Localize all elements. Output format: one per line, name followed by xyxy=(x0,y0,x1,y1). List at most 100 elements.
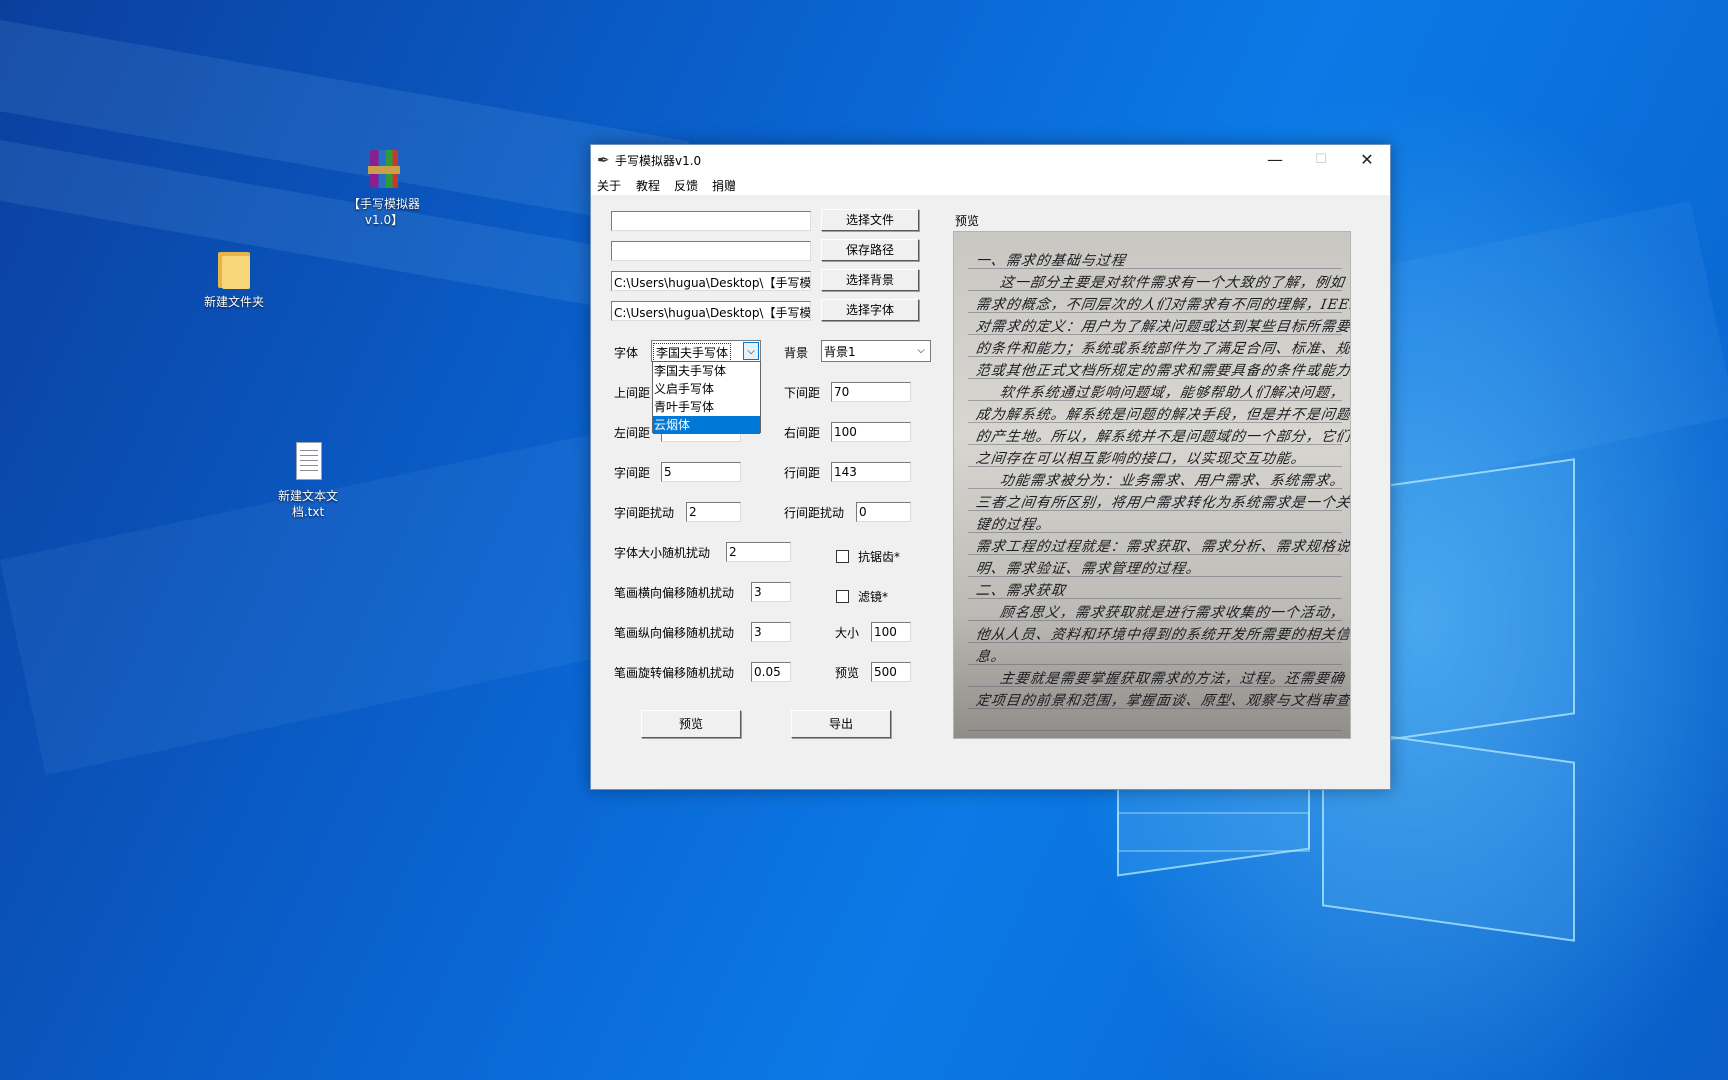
ruled-line xyxy=(968,730,1342,731)
handwriting-line: 这一部分主要是对软件需求有一个大致的了解，例如 xyxy=(998,275,1346,291)
line-spacing-label: 行间距 xyxy=(784,466,821,480)
feather-icon: ✒ xyxy=(597,151,610,169)
chevron-down-icon[interactable]: ⌵ xyxy=(743,342,759,360)
handwriting-line: 顾名思义，需求获取就是进行需求收集的一个活动， xyxy=(998,605,1346,621)
handwriting-line: 成为解系统。解系统是问题的解决手段，但是并不是问题 xyxy=(974,407,1351,423)
select-font-button[interactable]: 选择字体 xyxy=(821,299,919,321)
left-margin-label: 左间距 xyxy=(614,426,651,440)
handwriting-line: 的条件和能力；系统或系统部件为了满足合同、标准、规 xyxy=(974,341,1351,357)
save-path-button[interactable]: 保存路径 xyxy=(821,239,919,261)
char-spacing-label: 字间距 xyxy=(614,466,651,480)
winrar-archive-icon xyxy=(364,148,404,192)
font-size-jitter-input[interactable]: 2 xyxy=(726,542,791,562)
antialias-checkbox[interactable] xyxy=(836,550,849,563)
handwriting-line: 软件系统通过影响问题域，能够帮助人们解决问题， xyxy=(998,385,1346,401)
handwriting-line: 之间存在可以相互影响的接口，以实现交互功能。 xyxy=(974,451,1307,467)
export-button[interactable]: 导出 xyxy=(791,710,891,738)
antialias-label: 抗锯齿* xyxy=(858,550,901,564)
desktop-icon-archive[interactable]: 【手写模拟器v1.0】 xyxy=(342,148,426,228)
handwriting-line: 他从人员、资料和环境中得到的系统开发所需要的相关信 xyxy=(974,627,1351,643)
size-input[interactable]: 100 xyxy=(871,622,911,642)
maximize-button[interactable]: ☐ xyxy=(1298,145,1344,175)
text-file-path-input[interactable] xyxy=(611,211,811,231)
title-bar[interactable]: ✒ 手写模拟器v1.0 — ☐ ✕ xyxy=(591,145,1390,175)
filter-label: 滤镜* xyxy=(858,590,889,604)
preview-size-label: 预览 xyxy=(835,666,860,680)
menu-donate[interactable]: 捐赠 xyxy=(712,177,736,194)
font-option[interactable]: 义启手写体 xyxy=(653,380,760,398)
select-background-button[interactable]: 选择背景 xyxy=(821,269,919,291)
handwriting-line: 息。 xyxy=(974,649,1007,665)
font-size-jitter-label: 字体大小随机扰动 xyxy=(614,546,711,560)
char-spacing-input[interactable]: 5 xyxy=(661,462,741,482)
font-option[interactable]: 李国夫手写体 xyxy=(653,362,760,380)
preview-label: 预览 xyxy=(955,214,980,228)
line-spacing-jitter-label: 行间距扰动 xyxy=(784,506,845,520)
save-path-input[interactable] xyxy=(611,241,811,261)
handwriting-line: 对需求的定义：用户为了解决问题或达到某些目标所需要 xyxy=(974,319,1351,335)
font-select-value: 李国夫手写体 xyxy=(653,343,732,362)
menu-bar: 关于 教程 反馈 捐赠 xyxy=(591,175,1390,195)
char-spacing-jitter-label: 字间距扰动 xyxy=(614,506,675,520)
top-margin-label: 上间距 xyxy=(614,386,651,400)
handwriting-line: 需求的概念，不同层次的人们对需求有不同的理解，IEEE xyxy=(974,297,1351,313)
window-title: 手写模拟器v1.0 xyxy=(615,154,702,168)
desktop-icon-folder[interactable]: 新建文件夹 xyxy=(192,246,276,310)
handwriting-line: 主要就是需要掌握获取需求的方法，过程。还需要确 xyxy=(998,671,1346,687)
preview-panel: 一、需求的基础与过程这一部分主要是对软件需求有一个大致的了解，例如需求的概念，不… xyxy=(953,231,1351,739)
handwriting-line: 明、需求验证、需求管理的过程。 xyxy=(974,561,1202,577)
line-spacing-input[interactable]: 143 xyxy=(831,462,911,482)
background-label: 背景 xyxy=(784,346,809,360)
menu-about[interactable]: 关于 xyxy=(597,177,621,194)
desktop-icon-label: 【手写模拟器v1.0】 xyxy=(347,197,420,227)
stroke-h-jitter-input[interactable]: 3 xyxy=(751,582,791,602)
filter-checkbox[interactable] xyxy=(836,590,849,603)
select-file-button[interactable]: 选择文件 xyxy=(821,209,919,231)
handwriting-line: 的产生地。所以，解系统并不是问题域的一个部分，它们 xyxy=(974,429,1351,445)
handwriting-line: 需求工程的过程就是：需求获取、需求分析、需求规格说 xyxy=(974,539,1351,555)
background-select[interactable]: 背景1 ⌵ xyxy=(821,340,931,362)
menu-feedback[interactable]: 反馈 xyxy=(674,177,698,194)
stroke-v-jitter-label: 笔画纵向偏移随机扰动 xyxy=(614,626,735,640)
line-spacing-jitter-input[interactable]: 0 xyxy=(856,502,911,522)
handwriting-line: 键的过程。 xyxy=(974,517,1052,533)
ruled-line xyxy=(968,664,1342,665)
font-dropdown-list: 李国夫手写体 义启手写体 青叶手写体 云烟体 xyxy=(652,361,761,434)
right-margin-label: 右间距 xyxy=(784,426,821,440)
desktop-icon-textfile[interactable]: 新建文本文档.txt xyxy=(266,440,350,520)
minimize-button[interactable]: — xyxy=(1252,145,1298,175)
bottom-margin-label: 下间距 xyxy=(784,386,821,400)
font-option-highlighted[interactable]: 云烟体 xyxy=(653,416,760,434)
font-select[interactable]: 李国夫手写体 ⌵ xyxy=(651,340,761,362)
stroke-h-jitter-label: 笔画横向偏移随机扰动 xyxy=(614,586,735,600)
font-path-input[interactable]: C:\Users\hugua\Desktop\【手写模 xyxy=(611,301,811,321)
desktop-icon-label: 新建文件夹 xyxy=(203,295,264,309)
handwriting-line: 功能需求被分为：业务需求、用户需求、系统需求。 xyxy=(998,473,1346,489)
background-path-input[interactable]: C:\Users\hugua\Desktop\【手写模 xyxy=(611,271,811,291)
desktop-icon-label: 新建文本文档.txt xyxy=(277,489,338,519)
handwriting-line: 一、需求的基础与过程 xyxy=(974,253,1127,269)
stroke-rot-jitter-label: 笔画旋转偏移随机扰动 xyxy=(614,666,735,680)
bottom-margin-input[interactable]: 70 xyxy=(831,382,911,402)
stroke-v-jitter-input[interactable]: 3 xyxy=(751,622,791,642)
folder-icon xyxy=(214,246,254,290)
chevron-down-icon[interactable]: ⌵ xyxy=(913,342,929,360)
close-button[interactable]: ✕ xyxy=(1344,145,1390,175)
handwriting-line: 范或其他正式文档所规定的需求和需要具备的条件或能力。 xyxy=(974,363,1351,379)
preview-handwritten-page: 一、需求的基础与过程这一部分主要是对软件需求有一个大致的了解，例如需求的概念，不… xyxy=(954,232,1351,738)
handwriting-line: 二、需求获取 xyxy=(974,583,1067,599)
preview-button[interactable]: 预览 xyxy=(641,710,741,738)
stroke-rot-jitter-input[interactable]: 0.05 xyxy=(751,662,791,682)
menu-tutorial[interactable]: 教程 xyxy=(636,177,660,194)
background-select-value: 背景1 xyxy=(824,345,856,359)
handwriting-simulator-window: ✒ 手写模拟器v1.0 — ☐ ✕ 关于 教程 反馈 捐赠 选择文件 保存路径 … xyxy=(590,144,1391,790)
font-label: 字体 xyxy=(614,346,639,360)
handwriting-line: 三者之间有所区别，将用户需求转化为系统需求是一个关 xyxy=(974,495,1351,511)
size-label: 大小 xyxy=(835,626,860,640)
preview-size-input[interactable]: 500 xyxy=(871,662,911,682)
char-spacing-jitter-input[interactable]: 2 xyxy=(686,502,741,522)
right-margin-input[interactable]: 100 xyxy=(831,422,911,442)
handwriting-line: 定项目的前景和范围，掌握面谈、原型、观察与文档审查 xyxy=(974,693,1351,709)
font-option[interactable]: 青叶手写体 xyxy=(653,398,760,416)
text-file-icon xyxy=(288,440,328,484)
